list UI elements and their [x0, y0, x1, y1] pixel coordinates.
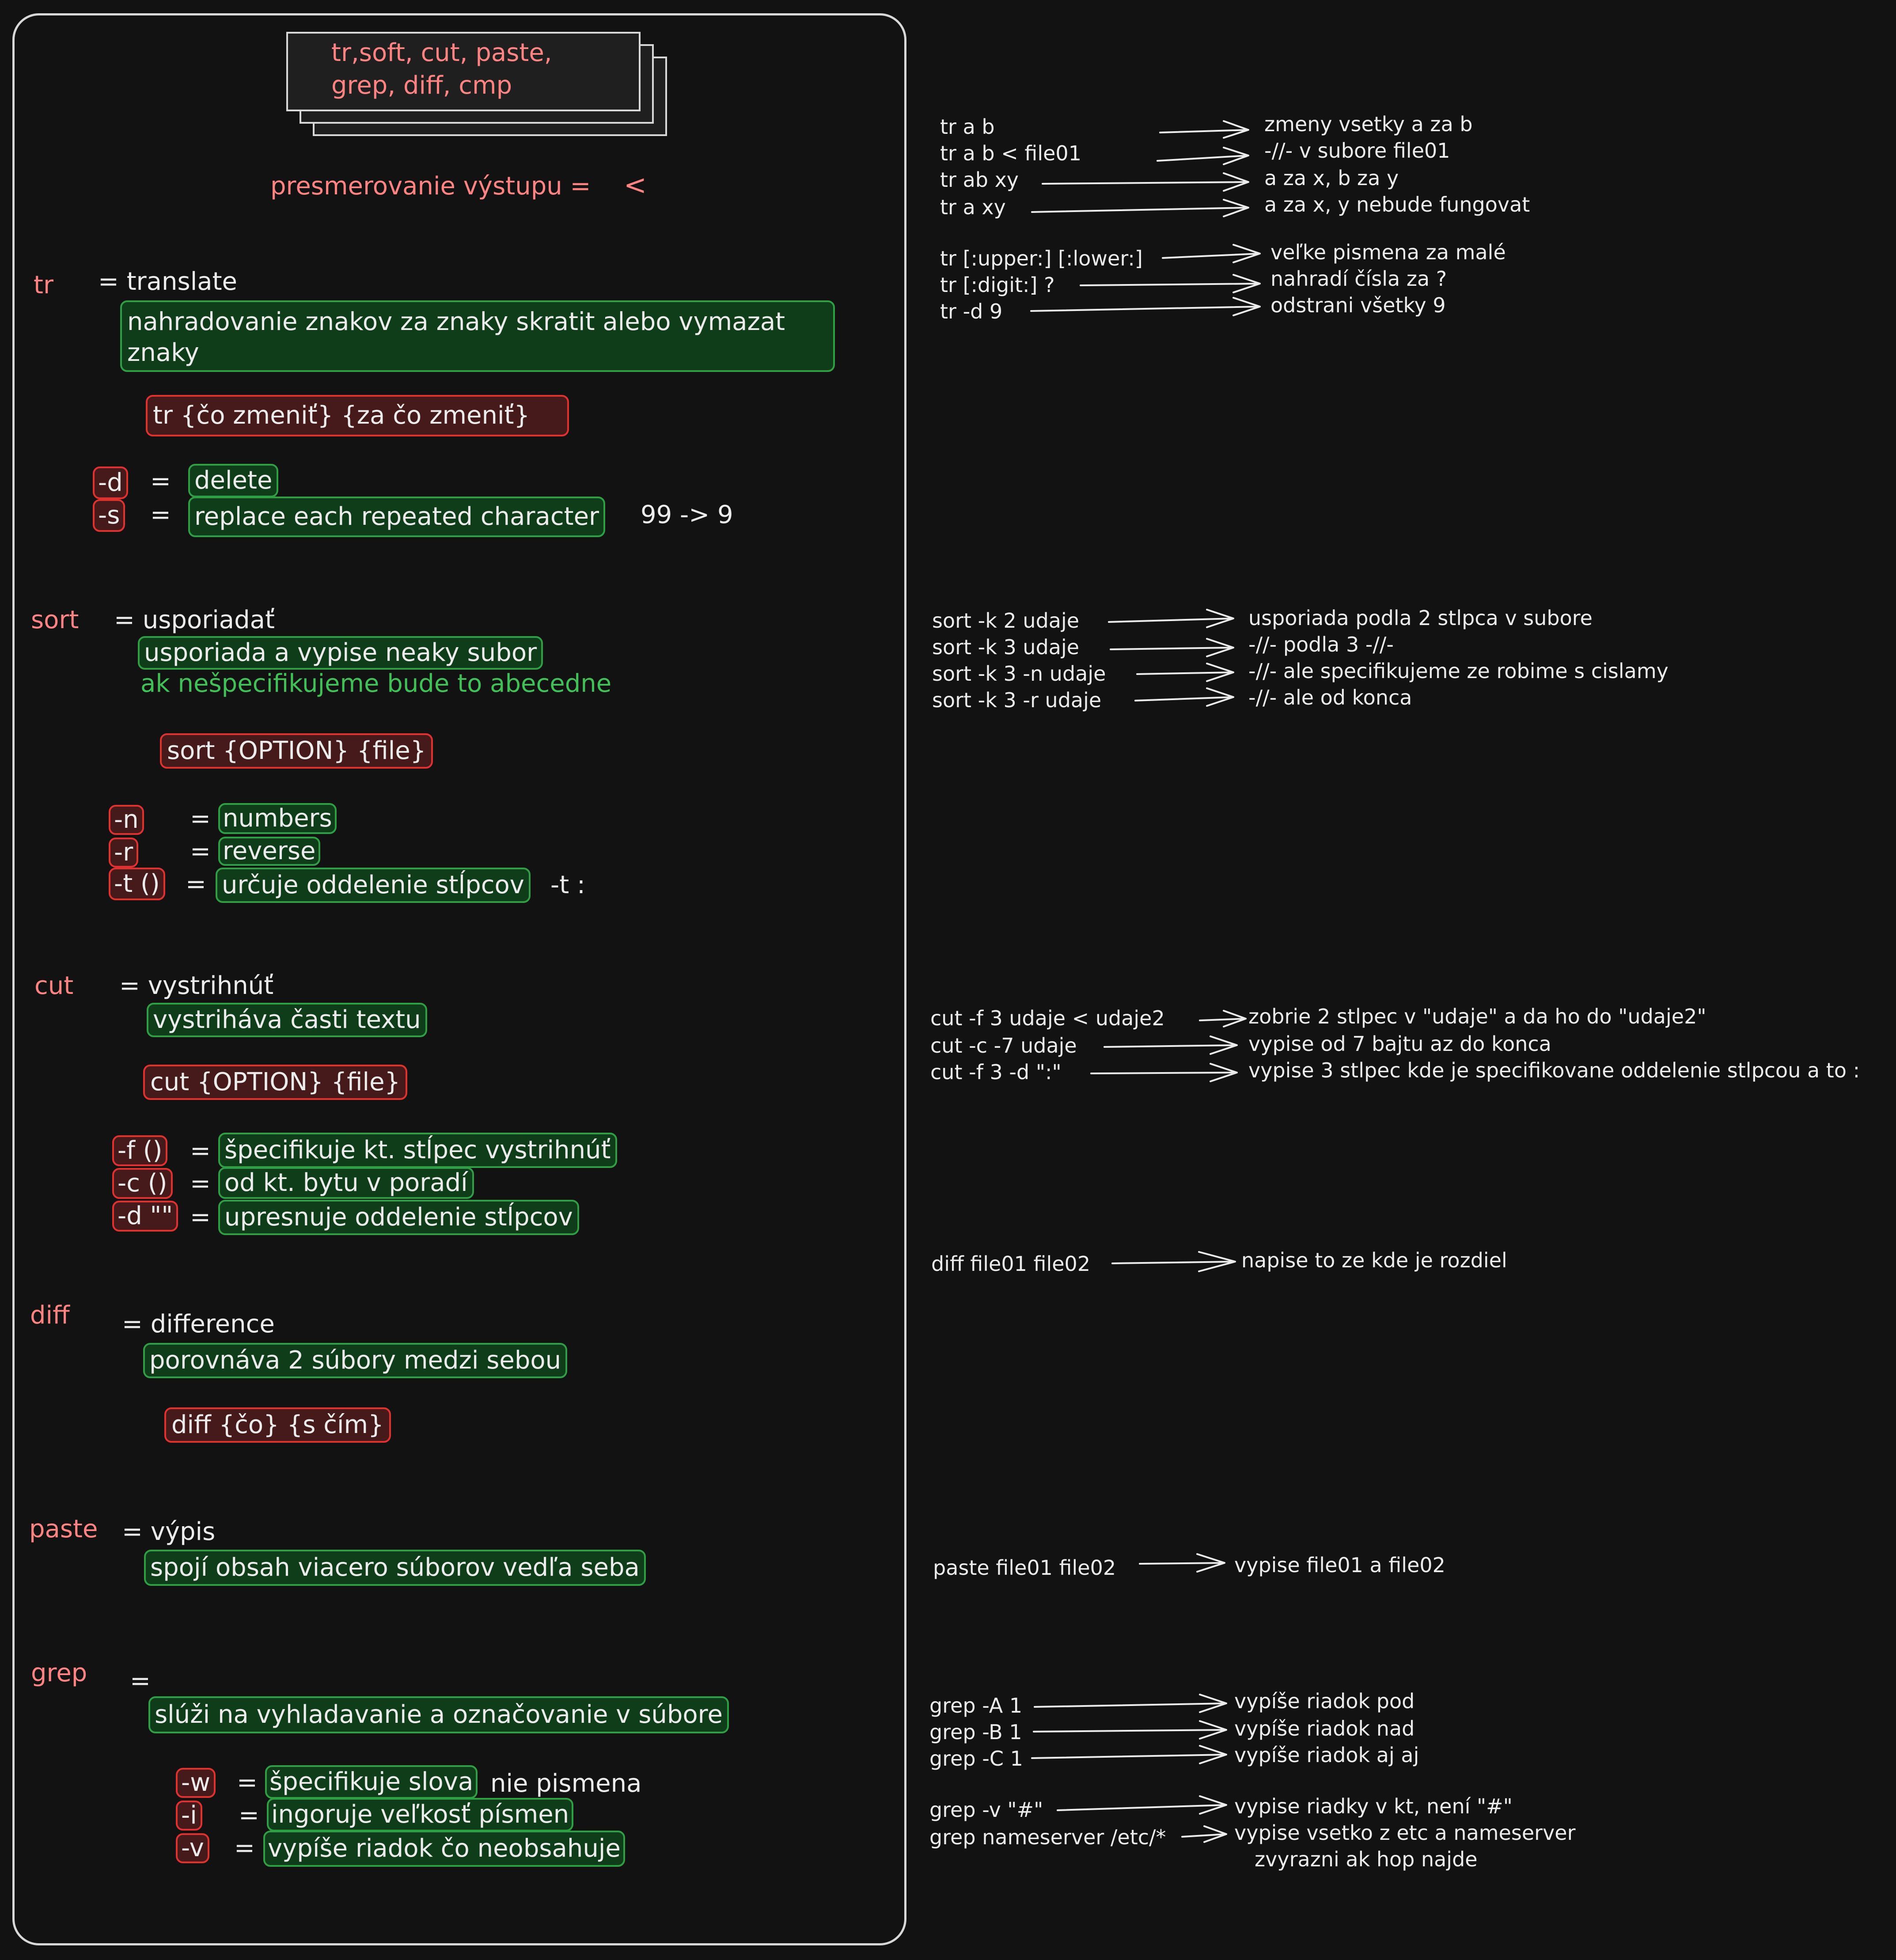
example-arrows	[1030, 120, 1261, 1843]
arrow-grep-5	[1181, 1825, 1227, 1843]
whiteboard-canvas: tr,soft, cut, paste, grep, diff, cmp pre…	[0, 0, 1896, 1960]
arrow-tr-2	[1157, 147, 1249, 165]
arrow-grep-2	[1033, 1720, 1227, 1740]
arrow-sort-3	[1136, 663, 1234, 682]
arrow-paste	[1139, 1553, 1225, 1573]
arrow-tr-4	[1031, 199, 1249, 217]
arrow-tr-5	[1162, 244, 1261, 263]
arrow-cut-1	[1199, 1010, 1247, 1027]
arrow-sort-1	[1108, 609, 1234, 628]
arrow-tr-6	[1080, 274, 1261, 293]
arrow-tr-3	[1042, 172, 1249, 192]
arrow-grep-4	[1057, 1795, 1227, 1815]
arrow-diff	[1111, 1251, 1236, 1272]
arrow-tr-1	[1159, 120, 1249, 139]
arrow-cut-2	[1103, 1035, 1238, 1055]
arrow-grep-3	[1031, 1745, 1227, 1764]
arrow-sort-2	[1110, 638, 1234, 657]
arrow-cut-3	[1090, 1063, 1238, 1082]
arrow-tr-7	[1030, 297, 1261, 316]
arrow-grep-1	[1034, 1694, 1227, 1713]
arrow-sort-4	[1134, 687, 1234, 707]
